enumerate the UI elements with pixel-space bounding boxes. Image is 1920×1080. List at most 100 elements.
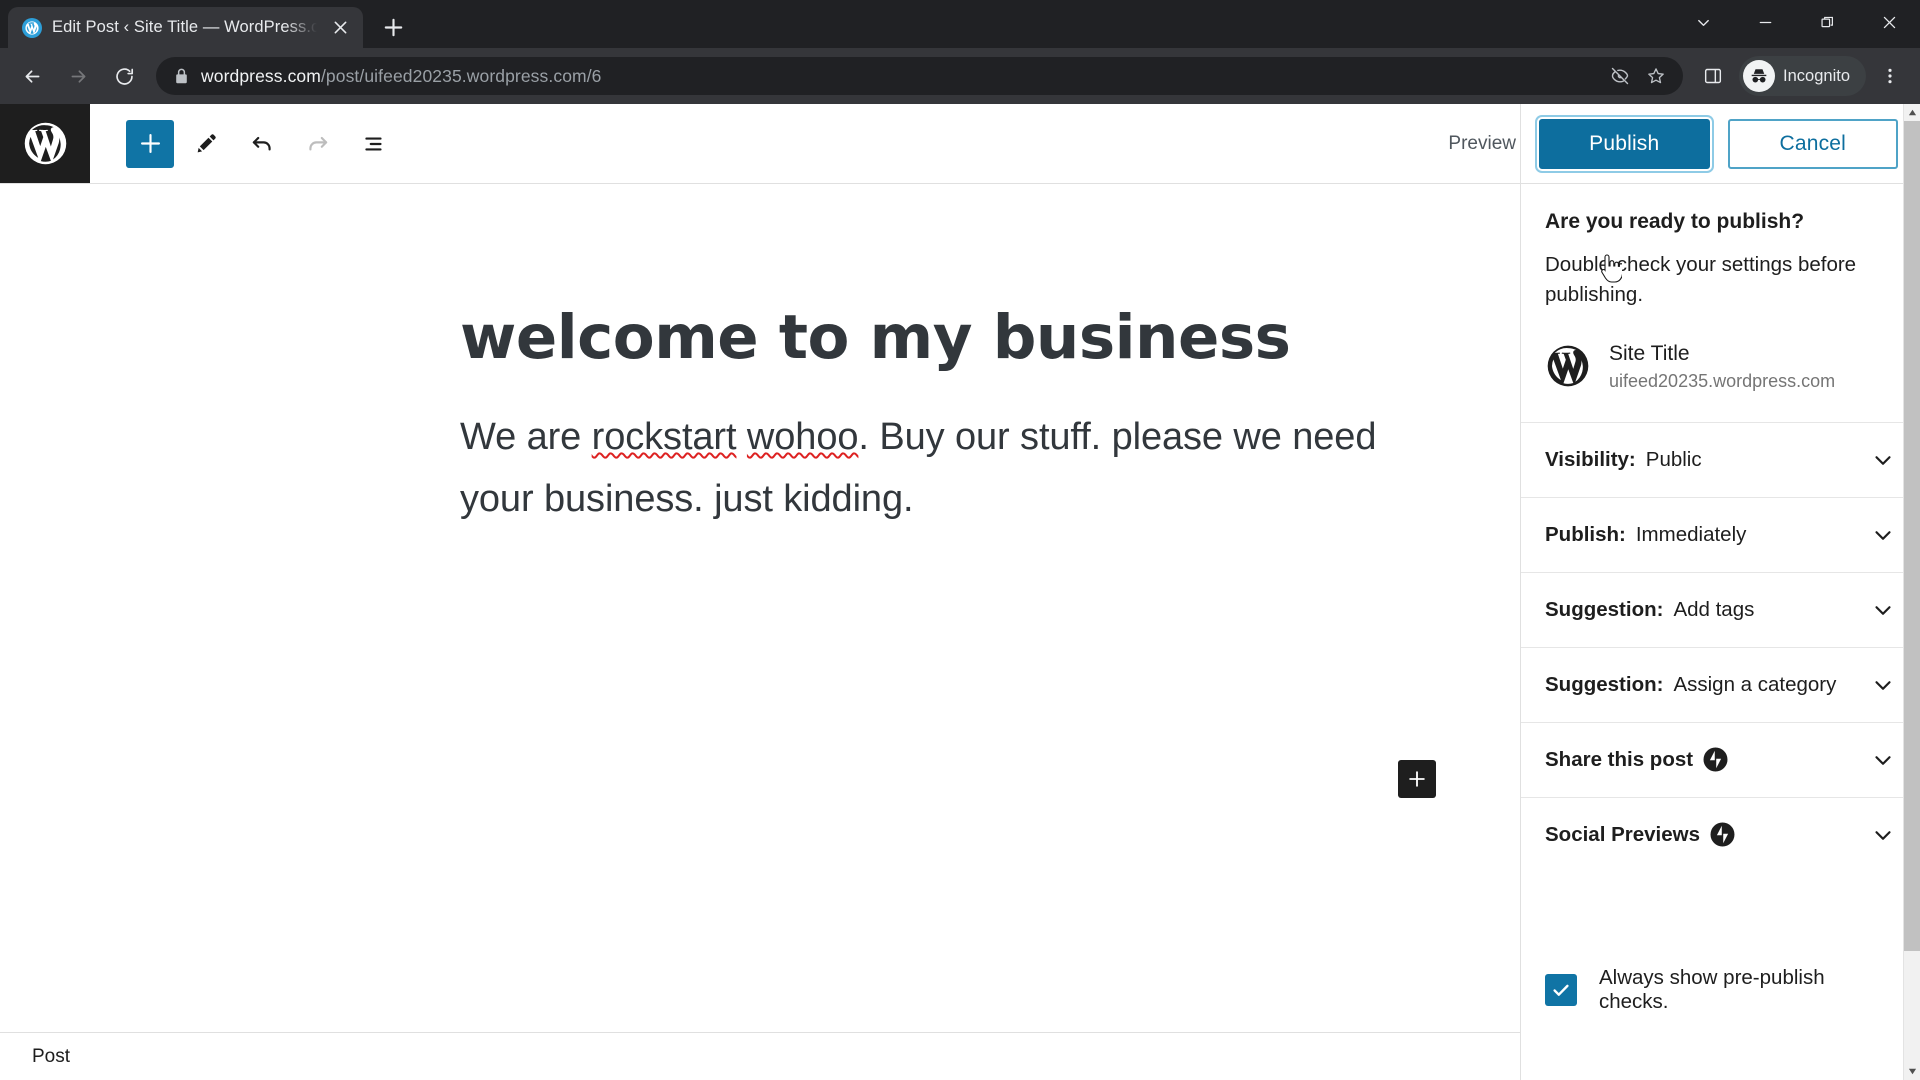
site-information-lock-icon[interactable] — [174, 67, 189, 85]
page-viewport: Preview welcome to my business We are ro… — [0, 104, 1920, 1080]
sidebar-item-suggestion-tags[interactable]: Suggestion: Add tags — [1521, 571, 1920, 647]
add-block-button[interactable] — [126, 119, 174, 168]
paragraph-space — [736, 416, 746, 458]
row-value: Immediately — [1635, 522, 1747, 546]
scroll-down-arrow-icon[interactable] — [1904, 1063, 1920, 1080]
browser-toolbar: wordpress.com/post/uifeed20235.wordpress… — [0, 48, 1920, 104]
scroll-up-arrow-icon[interactable] — [1904, 104, 1920, 121]
row-key: Suggestion: — [1545, 672, 1664, 696]
omnibox-actions — [1603, 59, 1673, 93]
pre-publish-sidebar: Publish Cancel Are you ready to publish?… — [1520, 104, 1920, 1080]
always-show-checks-row[interactable]: Always show pre-publish checks. — [1521, 966, 1920, 1014]
misspelled-word-2: wohoo — [746, 416, 859, 459]
row-key: Publish: — [1545, 522, 1626, 546]
profile-name-label: Incognito — [1783, 66, 1850, 85]
three-dot-menu-icon[interactable] — [1870, 56, 1910, 96]
row-value: Public — [1645, 447, 1702, 471]
block-inserter-plus-icon[interactable] — [1398, 760, 1436, 798]
wordpress-editor: Preview welcome to my business We are ro… — [0, 104, 1520, 1080]
chevron-down-icon[interactable] — [1870, 447, 1896, 473]
row-key: Visibility: — [1545, 447, 1636, 471]
social-previews-label: Social Previews — [1545, 823, 1700, 847]
wordpress-favicon — [22, 17, 42, 38]
side-panel-icon[interactable] — [1693, 56, 1733, 96]
restore-icon[interactable] — [1796, 0, 1858, 44]
site-url: uifeed20235.wordpress.com — [1609, 370, 1836, 391]
editor-toolbar — [90, 104, 398, 183]
breadcrumb[interactable]: Post — [32, 1046, 70, 1068]
row-value: Add tags — [1673, 597, 1755, 621]
browser-tab[interactable]: Edit Post ‹ Site Title — WordPress.com — [8, 7, 363, 48]
row-key: Suggestion: — [1545, 597, 1664, 621]
sidebar-item-suggestion-category[interactable]: Suggestion: Assign a category — [1521, 646, 1920, 722]
site-name: Site Title — [1609, 341, 1690, 365]
new-tab-button[interactable] — [373, 7, 413, 47]
site-info-row: Site Title uifeed20235.wordpress.com — [1521, 315, 1920, 422]
list-view-icon[interactable] — [350, 120, 398, 168]
post-title[interactable]: welcome to my business — [460, 304, 1390, 371]
publish-schedule-label: Publish: Immediately — [1545, 523, 1746, 547]
publish-button[interactable]: Publish — [1539, 118, 1710, 169]
redo-arrow-icon[interactable] — [294, 120, 342, 168]
tab-search-chevron-icon[interactable] — [1672, 0, 1734, 44]
sidebar-content: Are you ready to publish? Double-check y… — [1521, 184, 1920, 1080]
misspelled-word-1: rockstart — [591, 416, 737, 459]
url-path: /post/uifeed20235.wordpress.com/6 — [320, 65, 602, 86]
sidebar-item-visibility[interactable]: Visibility: Public — [1521, 421, 1920, 497]
publish-intro: Are you ready to publish? Double-check y… — [1521, 184, 1920, 315]
post-paragraph[interactable]: We are rockstart wohoo. Buy our stuff. p… — [460, 407, 1390, 530]
wordpress-logo-icon — [1545, 343, 1591, 389]
chevron-down-icon[interactable] — [1870, 747, 1896, 773]
minimize-icon[interactable] — [1734, 0, 1796, 44]
address-bar[interactable]: wordpress.com/post/uifeed20235.wordpress… — [156, 57, 1684, 95]
forward-button[interactable] — [56, 54, 100, 98]
publish-subtext: Double-check your settings before publis… — [1545, 253, 1857, 307]
post-content: welcome to my business We are rockstart … — [0, 184, 1520, 530]
reload-button[interactable] — [102, 54, 146, 98]
close-tab-icon[interactable] — [327, 15, 353, 41]
sidebar-actions: Publish Cancel — [1521, 104, 1920, 184]
row-value: Assign a category — [1673, 672, 1837, 696]
editor-footer: Post — [0, 1032, 1520, 1080]
tab-title: Edit Post ‹ Site Title — WordPress.com — [52, 18, 317, 36]
chevron-down-icon[interactable] — [1870, 822, 1896, 848]
row-key: Share this post — [1545, 747, 1694, 771]
undo-arrow-icon[interactable] — [238, 120, 286, 168]
cancel-button[interactable]: Cancel — [1727, 118, 1898, 169]
wordpress-logo-icon[interactable] — [0, 104, 90, 183]
row-key: Social Previews — [1545, 822, 1700, 846]
jetpack-icon — [1703, 747, 1728, 772]
eye-off-icon[interactable] — [1603, 59, 1637, 93]
editor-header-right: Preview — [1448, 104, 1520, 183]
chevron-down-icon[interactable] — [1870, 597, 1896, 623]
chevron-down-icon[interactable] — [1870, 672, 1896, 698]
tab-strip: Edit Post ‹ Site Title — WordPress.com — [0, 0, 1920, 48]
sidebar-scrollbar[interactable] — [1903, 104, 1920, 1080]
pencil-icon[interactable] — [182, 120, 230, 168]
back-button[interactable] — [10, 54, 54, 98]
url-text: wordpress.com/post/uifeed20235.wordpress… — [201, 66, 602, 87]
publish-heading: Are you ready to publish? — [1545, 210, 1805, 233]
sidebar-item-publish-schedule[interactable]: Publish: Immediately — [1521, 496, 1920, 572]
site-meta: Site Title uifeed20235.wordpress.com — [1609, 341, 1835, 392]
incognito-profile-button[interactable]: Incognito — [1739, 56, 1866, 96]
jetpack-icon — [1710, 822, 1735, 847]
url-host: wordpress.com — [201, 65, 321, 86]
prepublish-checkbox-label: Always show pre-publish checks. — [1599, 966, 1825, 1013]
suggestion-category-label: Suggestion: Assign a category — [1545, 673, 1836, 697]
sidebar-item-social-previews[interactable]: Social Previews — [1521, 796, 1920, 872]
scrollbar-thumb[interactable] — [1904, 121, 1920, 951]
editor-canvas[interactable]: welcome to my business We are rockstart … — [0, 184, 1520, 1032]
incognito-avatar-icon — [1743, 60, 1776, 92]
visibility-label: Visibility: Public — [1545, 448, 1702, 472]
star-icon[interactable] — [1639, 59, 1673, 93]
paragraph-text-plain: We are — [460, 416, 592, 459]
preview-button[interactable]: Preview — [1448, 133, 1520, 155]
close-window-icon[interactable] — [1858, 0, 1920, 44]
share-this-post-label: Share this post — [1545, 748, 1693, 772]
chevron-down-icon[interactable] — [1870, 522, 1896, 548]
sidebar-item-share-this-post[interactable]: Share this post — [1521, 721, 1920, 797]
prepublish-checkbox[interactable] — [1545, 974, 1577, 1006]
browser-window: Edit Post ‹ Site Title — WordPress.com w… — [0, 0, 1920, 1080]
editor-header: Preview — [0, 104, 1520, 184]
